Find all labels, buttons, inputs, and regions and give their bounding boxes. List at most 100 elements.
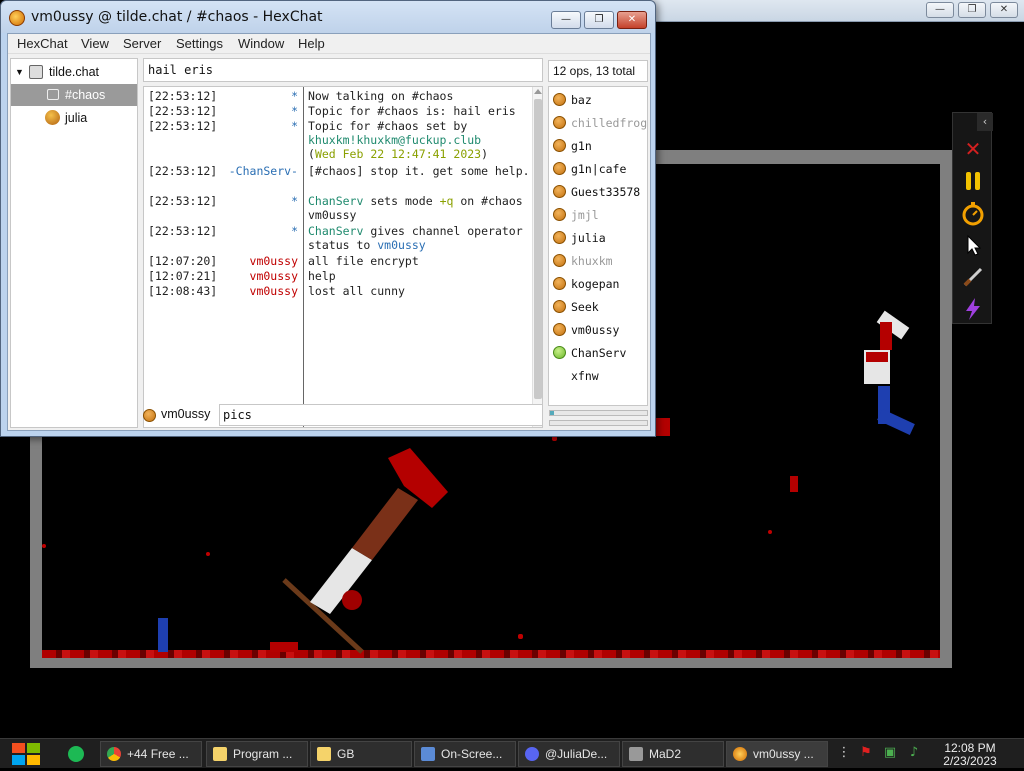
- ragdoll-leg: [352, 488, 418, 560]
- user-list-item[interactable]: Guest33578: [553, 181, 647, 203]
- user-list-item[interactable]: khuxkm: [553, 250, 647, 272]
- user-list-item[interactable]: jmjl: [553, 204, 647, 226]
- menu-view[interactable]: View: [81, 36, 109, 51]
- topic-date: Wed Feb 22 12:47:41 2023: [314, 147, 482, 161]
- ragdoll2-blood: [866, 352, 888, 362]
- user-op-icon: [553, 346, 566, 359]
- chat-separator[interactable]: [303, 87, 304, 427]
- tree-expand-icon[interactable]: ▼: [15, 61, 24, 83]
- user-name: g1n: [571, 139, 592, 153]
- taskbar-chrome[interactable]: +44 Free ...: [100, 741, 202, 767]
- toolbar-collapse-button[interactable]: ‹: [977, 113, 993, 131]
- close-button[interactable]: ✕: [617, 11, 647, 29]
- user-list-item[interactable]: vm0ussy: [553, 319, 647, 341]
- server-icon: [29, 65, 43, 79]
- user-list-item[interactable]: kogepan: [553, 273, 647, 295]
- chat-nick: vm0ussy: [249, 284, 298, 298]
- tray-overflow-icon[interactable]: ⋮: [836, 745, 852, 761]
- close-x-icon[interactable]: ✕: [959, 135, 987, 163]
- scrollbar-thumb[interactable]: [534, 99, 542, 399]
- user-status-icon: [553, 323, 566, 336]
- user-list-item[interactable]: julia: [553, 227, 647, 249]
- hexchat-title: vm0ussy @ tilde.chat / #chaos - HexChat: [31, 9, 323, 25]
- user-list-item[interactable]: ChanServ: [553, 342, 647, 364]
- flag-icon[interactable]: ⚑: [858, 745, 874, 761]
- message-who: ChanServ: [308, 224, 364, 238]
- user-list-item[interactable]: xfnw: [553, 365, 647, 387]
- user-status-icon: [553, 300, 566, 313]
- chat-nick: *: [291, 224, 298, 238]
- nick-button[interactable]: vm0ussy: [161, 407, 210, 421]
- timestamp: [12:07:20]: [148, 254, 218, 268]
- tree-query-julia[interactable]: julia: [11, 107, 137, 129]
- user-list-item[interactable]: g1n|cafe: [553, 158, 647, 180]
- chat-message: Topic for #chaos is: hail eris: [308, 104, 516, 118]
- pointer-cursor-icon[interactable]: [959, 231, 987, 259]
- network-icon[interactable]: ▣: [882, 745, 898, 761]
- start-button[interactable]: [6, 741, 46, 767]
- chat-message: ChanServ sets mode +q on #chaos vm0ussy: [308, 194, 530, 222]
- menu-help[interactable]: Help: [298, 36, 325, 51]
- stopwatch-icon[interactable]: [959, 199, 987, 227]
- user-name: ChanServ: [571, 346, 627, 360]
- menu-window[interactable]: Window: [238, 36, 284, 51]
- timestamp: [22:53:12]: [148, 89, 218, 103]
- chat-message: [#chaos] stop it. get some help.: [308, 164, 530, 178]
- lightning-icon[interactable]: [959, 295, 987, 323]
- menu-hexchat[interactable]: HexChat: [17, 36, 68, 51]
- taskbar-onscreen-keyboard[interactable]: On-Scree...: [414, 741, 516, 767]
- hexchat-window: vm0ussy @ tilde.chat / #chaos - HexChat …: [0, 0, 656, 437]
- task-label: Program ...: [233, 747, 293, 761]
- chat-nick: *: [291, 89, 298, 103]
- user-list-item[interactable]: chilledfrog: [553, 112, 647, 134]
- user-name: jmjl: [571, 208, 599, 222]
- menu-server[interactable]: Server: [123, 36, 161, 51]
- tree-server-tilde-chat[interactable]: ▼ tilde.chat: [11, 61, 137, 83]
- taskbar-discord[interactable]: @JuliaDe...: [518, 741, 620, 767]
- taskbar-hexchat[interactable]: vm0ussy ...: [726, 741, 828, 767]
- user-list-item[interactable]: g1n: [553, 135, 647, 157]
- message-input[interactable]: pics: [219, 404, 543, 426]
- user-status-icon: [553, 185, 566, 198]
- scroll-up-arrow-icon[interactable]: [534, 89, 542, 94]
- game-icon: [629, 747, 643, 761]
- topic-field[interactable]: hail eris: [143, 58, 543, 82]
- taskbar-gb[interactable]: GB: [310, 741, 412, 767]
- user-status-icon: [553, 369, 566, 382]
- maximize-button[interactable]: ❐: [584, 11, 614, 29]
- user-list-item[interactable]: baz: [553, 89, 647, 111]
- chat-nick: vm0ussy: [249, 254, 298, 268]
- desktop: — ❐ ✕ ‹ ✕ vm0ussy @ tilde.chat / #chaos …: [0, 0, 1024, 738]
- pause-icon[interactable]: [959, 167, 987, 195]
- tree-channel-chaos[interactable]: #chaos: [11, 84, 137, 106]
- message-paren: ): [481, 147, 489, 161]
- knife-icon[interactable]: [959, 263, 987, 291]
- volume-icon[interactable]: ♪: [906, 745, 922, 761]
- minimize-button[interactable]: —: [551, 11, 581, 29]
- menu-settings[interactable]: Settings: [176, 36, 223, 51]
- clock-time[interactable]: 12:08 PM: [940, 741, 1000, 755]
- task-label: vm0ussy ...: [753, 747, 814, 761]
- nick-status-icon: [143, 409, 156, 422]
- clock-date[interactable]: 2/23/2023: [940, 754, 1000, 768]
- user-name: baz: [571, 93, 592, 107]
- hexchat-app-icon: [9, 10, 25, 26]
- task-label: @JuliaDe...: [545, 747, 608, 761]
- chat-scrollbar[interactable]: [532, 87, 542, 427]
- spotify-icon[interactable]: [68, 746, 84, 762]
- taskbar-mad2[interactable]: MaD2: [622, 741, 724, 767]
- user-status-icon: [553, 116, 566, 129]
- user-list-item[interactable]: Seek: [553, 296, 647, 318]
- blood-chunk: [656, 418, 670, 436]
- timestamp: [22:53:12]: [148, 164, 218, 178]
- chat-nick: vm0ussy: [249, 269, 298, 283]
- message-mode: +q: [439, 194, 454, 208]
- chat-area[interactable]: [22:53:12] * Now talking on #chaos [22:5…: [143, 86, 543, 428]
- ragdoll2-blood-arm: [880, 322, 892, 350]
- hexchat-titlebar[interactable]: vm0ussy @ tilde.chat / #chaos - HexChat …: [1, 1, 655, 33]
- user-name: khuxkm: [571, 254, 613, 268]
- chat-nick: *: [291, 119, 298, 133]
- red-block: [270, 642, 298, 652]
- hostmask-link[interactable]: khuxkm!khuxkm@fuckup.club: [308, 133, 481, 147]
- taskbar-program[interactable]: Program ...: [206, 741, 308, 767]
